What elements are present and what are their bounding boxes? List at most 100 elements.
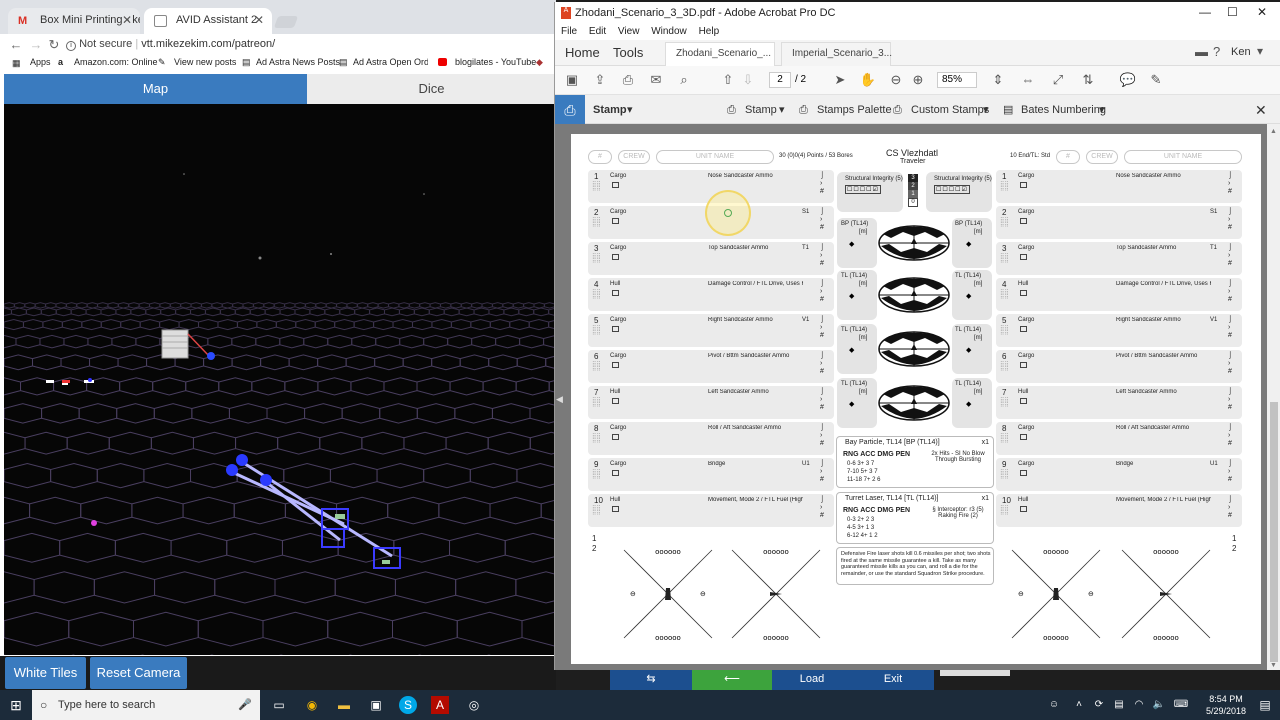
app-icon[interactable]: ▣ — [367, 696, 385, 714]
comment-icon[interactable]: ▬ — [1195, 44, 1208, 59]
chevron-down-icon[interactable]: ▾ — [983, 95, 989, 125]
chevron-down-icon[interactable]: ▾ — [1099, 95, 1105, 125]
search-icon[interactable]: ⌕ — [675, 71, 693, 89]
browser-tab-avid[interactable]: AVID Assistant 2 ✕ — [144, 8, 272, 34]
magenta-marker[interactable] — [91, 520, 97, 526]
maximize-icon[interactable]: ☐ — [1227, 5, 1238, 19]
print-icon[interactable]: ⎙ — [619, 71, 637, 89]
strip-button-1[interactable]: ⇆ — [610, 668, 692, 690]
stamp-menu[interactable]: Stamp — [745, 95, 777, 125]
vertical-scrollbar[interactable]: ▲ ▼ — [1267, 124, 1280, 670]
ship-group[interactable] — [226, 454, 401, 569]
zoom-out-icon[interactable]: ⊖ — [887, 71, 905, 89]
comment-bubble-icon[interactable]: 💬 — [1119, 71, 1137, 89]
document-view[interactable]: ◀ # CREW UNIT NAME 30 (0)0(4) Points / 5… — [555, 124, 1267, 670]
chevron-up-icon[interactable]: ˄ — [1070, 696, 1088, 714]
bookmark-ad-astra-open[interactable]: Ad Astra Open Orde — [353, 57, 428, 67]
close-icon[interactable]: ✕ — [122, 13, 132, 27]
minimize-icon[interactable]: — — [1199, 5, 1211, 19]
custom-stamps-menu[interactable]: Custom Stamps — [911, 95, 989, 125]
structural-integrity-box-left: Structural Integrity (5) ☐☐☐☐☑ — [837, 172, 903, 212]
bookmark-view-new-posts[interactable]: View new posts — [174, 57, 236, 67]
scroll-down-icon[interactable]: ▼ — [1270, 662, 1277, 669]
chevron-down-icon[interactable]: ▾ — [779, 95, 785, 125]
damage-row: 6 ⠿⠿ ⠿⠿ Cargo Pivot / Bttm Sandcaster Ammo ⌡ ›… — [996, 350, 1242, 383]
taskbar-search-box[interactable]: ○ Type here to search 🎤 — [32, 690, 260, 720]
wifi-icon[interactable]: ◠ — [1130, 696, 1148, 714]
bates-numbering-menu[interactable]: Bates Numbering — [1021, 95, 1106, 125]
volume-icon[interactable]: 🔈 — [1150, 696, 1168, 714]
chrome-icon[interactable]: ◉ — [303, 696, 321, 714]
keyboard-icon[interactable]: ⌨ — [1172, 696, 1190, 714]
fit-width-icon[interactable]: ⇔ — [1019, 71, 1037, 89]
browser-tab-gmail[interactable]: M Box Mini Printing - ken.b ✕ — [8, 8, 140, 34]
home-tab[interactable]: Home — [557, 40, 608, 66]
scroll-up-icon[interactable]: ▲ — [1270, 128, 1277, 135]
sync-icon[interactable]: ⟳ — [1090, 696, 1108, 714]
tools-tab[interactable]: Tools — [605, 40, 651, 66]
menu-help[interactable]: Help — [699, 26, 720, 37]
bookmark-apps[interactable]: Apps — [30, 57, 51, 67]
forward-icon[interactable]: → — [28, 37, 44, 53]
doc-tab-imperial[interactable]: Imperial_Scenario_3... — [781, 42, 892, 66]
prev-page-icon[interactable]: ⇧ — [719, 71, 737, 89]
close-icon[interactable]: ✕ — [254, 13, 264, 27]
acrobat-icon[interactable]: A — [431, 696, 449, 714]
cursor-icon[interactable]: ➤ — [831, 71, 849, 89]
bookmark-ad-astra-news[interactable]: Ad Astra News Posts — [256, 57, 340, 67]
stamp-toolbar-title[interactable]: Stamp — [593, 95, 627, 125]
tab-dice[interactable]: Dice — [307, 74, 556, 104]
stamp-tool-icon[interactable]: ⎙ — [555, 95, 585, 125]
fit-page-icon[interactable]: ⇕ — [989, 71, 1007, 89]
notification-icon[interactable]: ▤ — [1256, 696, 1274, 714]
doc-tab-zhodani[interactable]: Zhodani_Scenario_... ✕ — [665, 42, 775, 81]
stamps-palette-button[interactable]: Stamps Palette — [817, 95, 892, 125]
windows-start-icon[interactable]: ⊞ — [7, 696, 25, 714]
file-explorer-icon[interactable]: ▬ — [335, 696, 353, 714]
close-icon[interactable]: ✕ — [1257, 5, 1267, 19]
menu-window[interactable]: Window — [651, 26, 687, 37]
load-button[interactable]: Load — [772, 668, 852, 690]
collapse-pane-icon[interactable]: ◀ — [556, 394, 563, 405]
page-number-input[interactable]: 2 — [769, 72, 791, 88]
skype-icon[interactable]: S — [399, 696, 417, 714]
zoom-in-icon[interactable]: ⊕ — [909, 71, 927, 89]
taskbar-clock[interactable]: 8:54 PM 5/29/2018 — [1200, 693, 1252, 717]
exit-button[interactable]: Exit — [852, 668, 934, 690]
menu-edit[interactable]: Edit — [589, 26, 606, 37]
map-3d-viewport[interactable] — [4, 104, 556, 655]
next-page-icon[interactable]: ⇩ — [739, 71, 757, 89]
help-icon[interactable]: ? — [1213, 44, 1220, 59]
pen-icon[interactable]: ✎ — [1147, 71, 1165, 89]
menu-icon[interactable]: ▾ — [1257, 44, 1263, 58]
scroll-thumb[interactable] — [1270, 402, 1278, 662]
bookmark-amazon[interactable]: Amazon.com: Online — [74, 57, 158, 67]
zoom-level-select[interactable]: 85% — [937, 72, 977, 88]
hand-icon[interactable]: ✋ — [859, 71, 877, 89]
strip-button-2[interactable]: ⟵ — [692, 668, 772, 690]
close-icon[interactable]: ✕ — [1255, 95, 1267, 125]
tab-map[interactable]: Map — [4, 74, 307, 104]
email-icon[interactable]: ✉ — [647, 71, 665, 89]
fullscreen-icon[interactable]: ⤢ — [1049, 71, 1067, 89]
scroll-mode-icon[interactable]: ⇅ — [1079, 71, 1097, 89]
app-circle-icon[interactable]: ◎ — [465, 696, 483, 714]
reload-icon[interactable]: ↻ — [46, 37, 62, 53]
task-view-icon[interactable]: ▭ — [270, 696, 288, 714]
save-icon[interactable]: ▣ — [563, 71, 581, 89]
upload-icon[interactable]: ⇪ — [591, 71, 609, 89]
people-icon[interactable]: ☺ — [1045, 696, 1063, 714]
white-tiles-button[interactable]: White Tiles — [5, 657, 86, 689]
microphone-icon[interactable]: 🎤 — [238, 690, 252, 720]
menu-view[interactable]: View — [618, 26, 640, 37]
user-name[interactable]: Ken — [1231, 46, 1251, 58]
address-field[interactable]: i Not secure | vtt.mikezekim.com/patreon… — [66, 36, 546, 54]
hit-location-map — [877, 384, 951, 422]
new-tab-button[interactable] — [273, 16, 299, 28]
reset-camera-button[interactable]: Reset Camera — [90, 657, 187, 689]
network-icon[interactable]: ▤ — [1110, 696, 1128, 714]
bookmark-blogilates[interactable]: blogilates - YouTube — [455, 57, 536, 67]
chevron-down-icon[interactable]: ▾ — [627, 95, 633, 125]
back-icon[interactable]: ← — [8, 37, 24, 53]
menu-file[interactable]: File — [561, 26, 577, 37]
